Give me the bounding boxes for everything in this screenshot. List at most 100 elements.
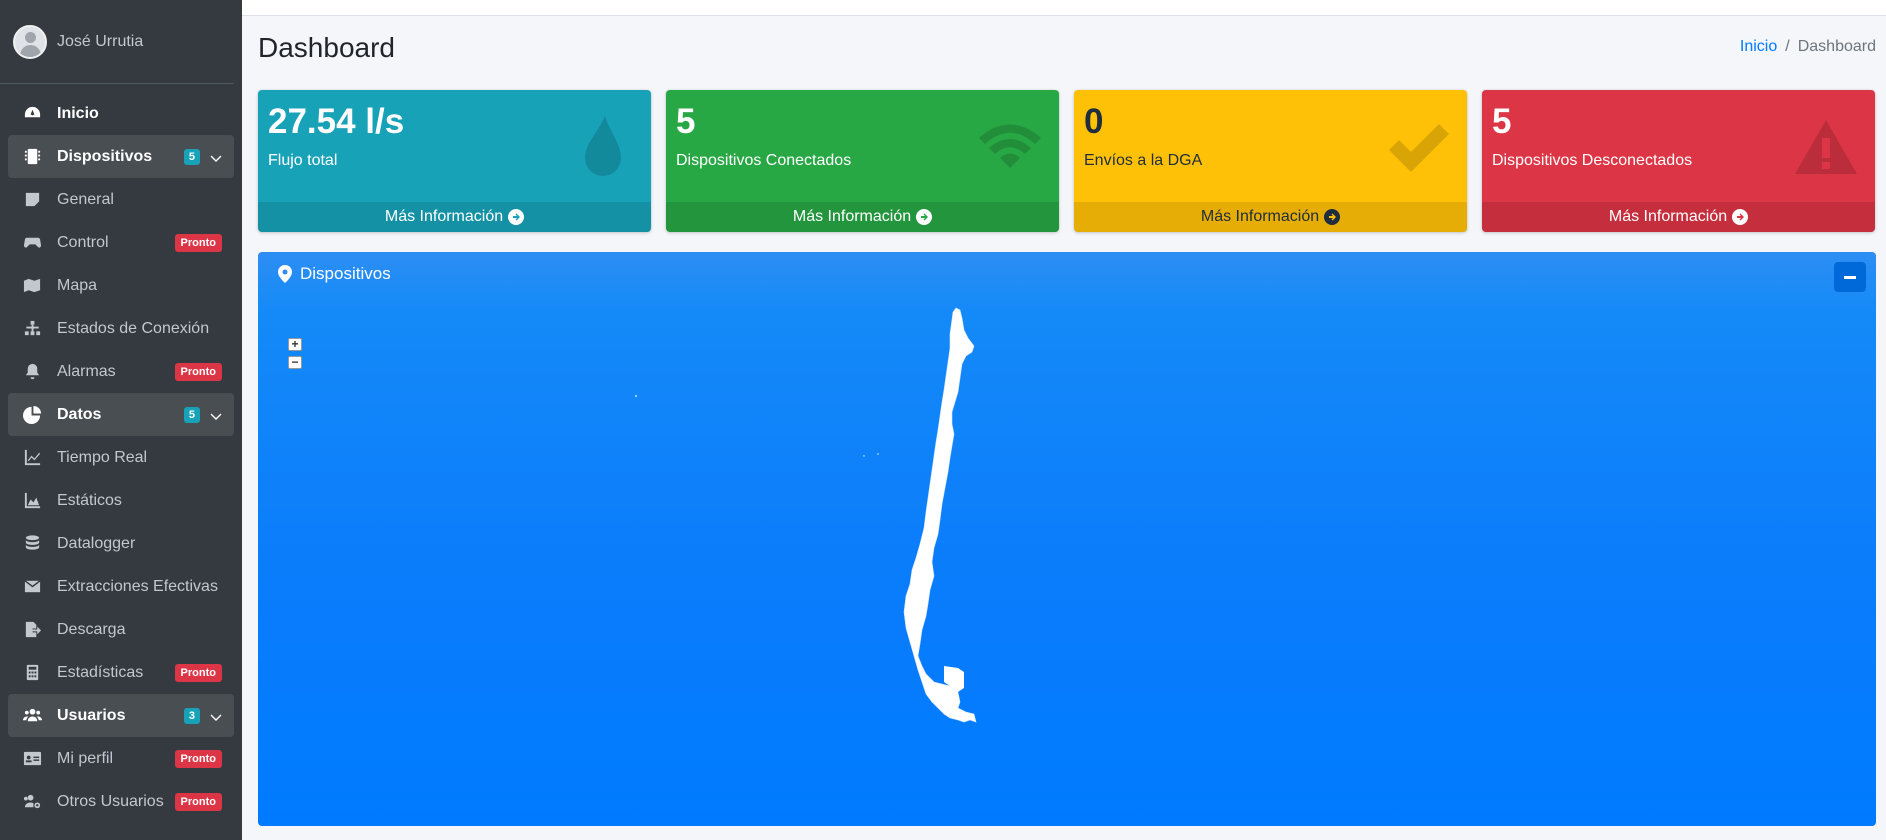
- map-icon: [20, 276, 44, 296]
- dashboard-icon: [20, 104, 44, 124]
- user-name[interactable]: José Urrutia: [57, 33, 143, 51]
- sidebar-item-mapa[interactable]: Mapa: [8, 264, 234, 307]
- more-info-link[interactable]: Más Información: [258, 202, 651, 232]
- pronto-badge: Pronto: [174, 362, 222, 381]
- sidebar-item-label: Estados de Conexión: [57, 319, 210, 337]
- sidebar-item-label: Otros Usuarios: [57, 792, 164, 810]
- sidebar-item-estadísticas[interactable]: Estadísticas Pronto: [8, 651, 234, 694]
- info-boxes: 27.54 l/s Flujo total Más Información 5 …: [258, 90, 1876, 232]
- microchip-icon: [20, 147, 44, 167]
- sidebar-item-label: Tiempo Real: [57, 448, 148, 466]
- sidebar-item-dispositivos[interactable]: Dispositivos 5: [8, 135, 234, 178]
- sidebar-item-mi-perfil[interactable]: Mi perfil Pronto: [8, 737, 234, 780]
- count-badge: 5: [183, 406, 200, 423]
- arrow-circle-right-icon: [1324, 209, 1341, 225]
- pronto-badge: Pronto: [174, 233, 222, 252]
- zoom-in-button[interactable]: +: [288, 338, 302, 351]
- file-export-icon: [20, 620, 44, 640]
- arrow-circle-right-icon: [1732, 209, 1749, 225]
- sidebar-item-general[interactable]: General: [8, 178, 234, 221]
- sidebar-item-inicio[interactable]: Inicio: [8, 92, 234, 135]
- arrow-circle-right-icon: [916, 209, 933, 225]
- sidebar-item-descarga[interactable]: Descarga: [8, 608, 234, 651]
- sidebar-item-tiempo-real[interactable]: Tiempo Real: [8, 436, 234, 479]
- count-badge: 5: [183, 148, 200, 165]
- sidebar-item-label: Estadísticas: [57, 663, 144, 681]
- more-info-link[interactable]: Más Información: [1074, 202, 1467, 232]
- pronto-badge: Pronto: [174, 792, 222, 811]
- pronto-badge: Pronto: [174, 749, 222, 768]
- sticky-note-icon: [20, 190, 44, 210]
- breadcrumb-current: Dashboard: [1797, 38, 1876, 55]
- check-icon: [1383, 112, 1453, 182]
- gamepad-icon: [20, 233, 44, 253]
- sidebar-item-usuarios[interactable]: Usuarios 3: [8, 694, 234, 737]
- line-chart-icon: [20, 448, 44, 468]
- more-info-link[interactable]: Más Información: [666, 202, 1059, 232]
- page-title: Dashboard: [258, 32, 395, 63]
- sidebar-item-datos[interactable]: Datos 5: [8, 393, 234, 436]
- sidebar-item-label: Inicio: [57, 104, 99, 122]
- sidebar-item-estáticos[interactable]: Estáticos: [8, 479, 234, 522]
- users-cog-icon: [20, 792, 44, 812]
- chevron-down-icon[interactable]: [210, 710, 222, 722]
- breadcrumb-home-link[interactable]: Inicio: [1740, 38, 1777, 56]
- map-marker-icon: [278, 265, 292, 283]
- disconnected-devices-box: 5 Dispositivos Desconectados Más Informa…: [1482, 90, 1875, 232]
- tint-icon: [567, 112, 637, 182]
- sidebar-item-label: Dispositivos: [57, 147, 153, 165]
- card-title: Dispositivos: [300, 264, 391, 283]
- more-info-label: Más Información: [384, 208, 504, 225]
- user-panel[interactable]: José Urrutia: [0, 0, 234, 84]
- sidebar-item-label: Alarmas: [57, 362, 116, 380]
- breadcrumb-separator: /: [1785, 38, 1790, 55]
- bell-icon: [20, 362, 44, 382]
- connected-devices-box: 5 Dispositivos Conectados Más Informació…: [666, 90, 1059, 232]
- envelope-icon: [20, 577, 44, 597]
- sidebar-item-label: General: [57, 190, 114, 208]
- card-header: Dispositivos: [258, 252, 1876, 296]
- sidebar-item-datalogger[interactable]: Datalogger: [8, 522, 234, 565]
- more-info-link[interactable]: Más Información: [1482, 202, 1875, 232]
- more-info-label: Más Información: [1608, 208, 1728, 225]
- sidebar-item-otros-usuarios[interactable]: Otros Usuarios Pronto: [8, 780, 234, 823]
- sidebar-item-label: Datalogger: [57, 534, 136, 552]
- devices-map-card: Dispositivos + −: [258, 252, 1876, 826]
- database-icon: [20, 534, 44, 554]
- sidebar-item-label: Estáticos: [57, 491, 122, 509]
- sidebar-item-estados-de-conexión[interactable]: Estados de Conexión: [8, 307, 234, 350]
- arrow-circle-right-icon: [508, 209, 525, 225]
- dga-submissions-box: 0 Envíos a la DGA Más Información: [1074, 90, 1467, 232]
- more-info-label: Más Información: [792, 208, 912, 225]
- sidebar-item-label: Control: [57, 233, 109, 251]
- sidebar-item-control[interactable]: Control Pronto: [8, 221, 234, 264]
- more-info-label: Más Información: [1200, 208, 1320, 225]
- avatar[interactable]: [13, 24, 47, 59]
- count-badge: 3: [183, 707, 200, 724]
- sidebar-item-label: Datos: [57, 405, 102, 423]
- chevron-down-icon[interactable]: [210, 409, 222, 421]
- sidebar-item-label: Mapa: [57, 276, 98, 294]
- zoom-out-button[interactable]: −: [288, 356, 302, 369]
- chile-map[interactable]: [258, 252, 1876, 826]
- area-chart-icon: [20, 491, 44, 511]
- flow-total-box: 27.54 l/s Flujo total Más Información: [258, 90, 651, 232]
- pronto-badge: Pronto: [174, 663, 222, 682]
- warning-icon: [1791, 112, 1861, 182]
- sidebar-item-label: Extracciones Efectivas: [57, 577, 218, 595]
- top-navbar: [242, 0, 1886, 16]
- chevron-down-icon[interactable]: [210, 151, 222, 163]
- sidebar-item-alarmas[interactable]: Alarmas Pronto: [8, 350, 234, 393]
- sidebar-item-label: Usuarios: [57, 706, 126, 724]
- sitemap-icon: [20, 319, 44, 339]
- sidebar-item-extracciones-efectivas[interactable]: Extracciones Efectivas: [8, 565, 234, 608]
- collapse-button[interactable]: [1834, 262, 1866, 292]
- id-card-icon: [20, 749, 44, 769]
- users-icon: [20, 706, 44, 726]
- pie-chart-icon: [20, 405, 44, 425]
- calculator-icon: [20, 663, 44, 683]
- sidebar-nav: Inicio Dispositivos 5 General Control Pronto M…: [0, 84, 242, 823]
- breadcrumb: Inicio / Dashboard: [1740, 38, 1876, 56]
- minus-icon: [1844, 275, 1856, 279]
- sidebar-item-label: Descarga: [57, 620, 126, 638]
